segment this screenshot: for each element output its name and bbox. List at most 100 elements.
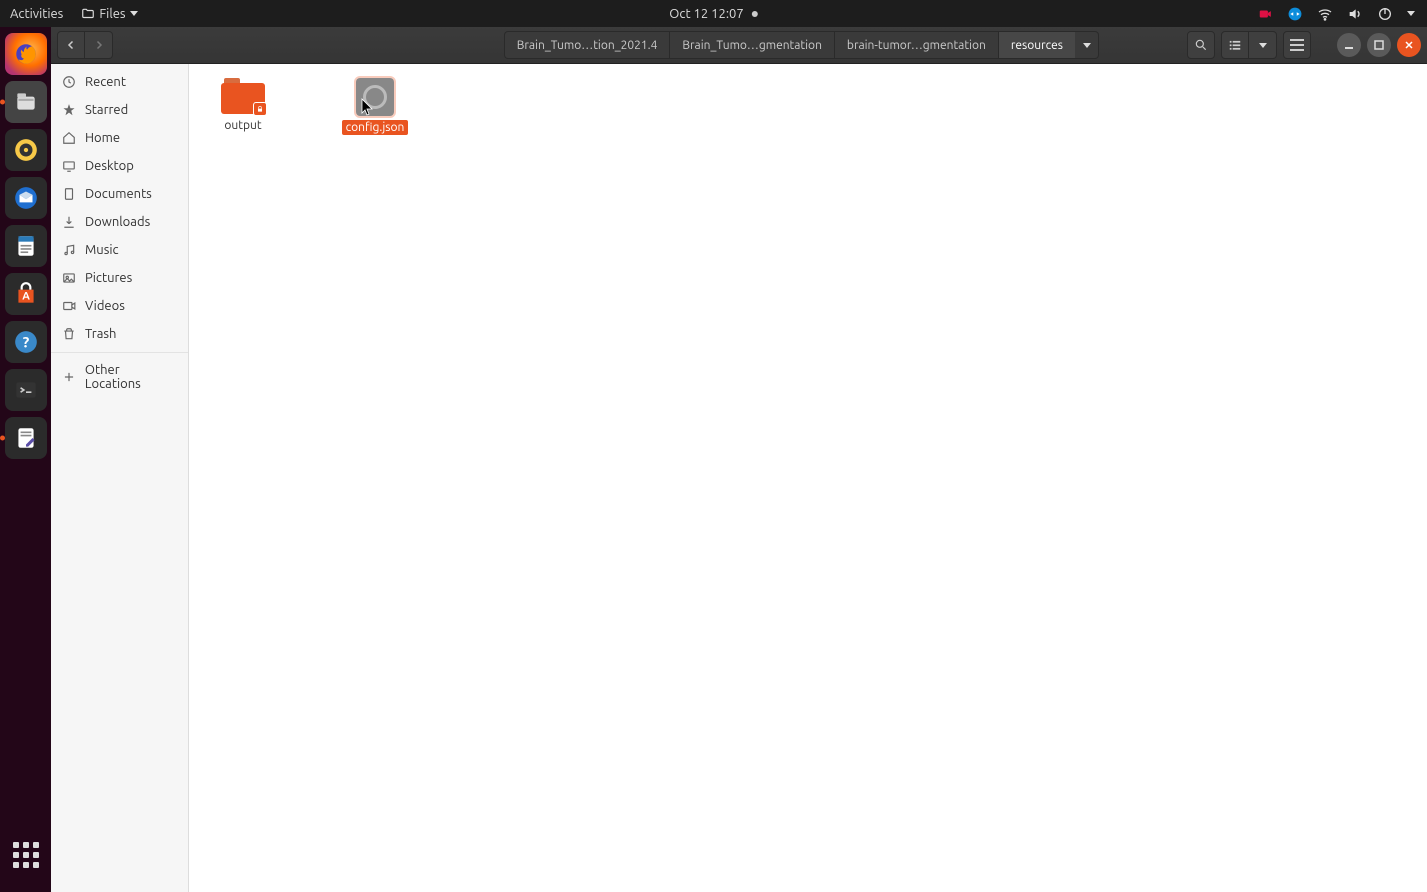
- dock-terminal[interactable]: [5, 369, 47, 411]
- dock-help[interactable]: ?: [5, 321, 47, 363]
- forward-button[interactable]: [85, 31, 113, 59]
- clock-icon: [61, 74, 77, 90]
- folder-icon: [81, 7, 95, 21]
- list-icon: [1228, 38, 1242, 52]
- help-icon: ?: [13, 329, 39, 355]
- view-options-button[interactable]: [1249, 31, 1277, 59]
- music-player-icon: [13, 137, 39, 163]
- dock-text-editor[interactable]: [5, 417, 47, 459]
- close-button[interactable]: [1397, 33, 1421, 57]
- gnome-top-panel: Activities Files Oct 12 12:07: [0, 0, 1427, 27]
- chevron-right-icon: [93, 39, 105, 51]
- activities-button[interactable]: Activities: [10, 7, 63, 21]
- chevron-down-icon: [130, 11, 138, 16]
- dock-rhythmbox[interactable]: [5, 129, 47, 171]
- sidebar-item-downloads[interactable]: Downloads: [51, 208, 188, 236]
- svg-text:A: A: [22, 290, 30, 302]
- plus-icon: [61, 369, 77, 385]
- dock-firefox[interactable]: [5, 33, 47, 75]
- downloads-icon: [61, 214, 77, 230]
- path-dropdown[interactable]: [1075, 31, 1099, 59]
- chevron-left-icon: [65, 39, 77, 51]
- list-view-button[interactable]: [1221, 31, 1249, 59]
- back-button[interactable]: [57, 31, 85, 59]
- hamburger-menu[interactable]: [1283, 31, 1311, 59]
- places-sidebar: Recent Starred Home Desktop Documents: [51, 64, 189, 892]
- path-segment-2[interactable]: brain-tumor…gmentation: [834, 31, 998, 59]
- trash-icon: [61, 326, 77, 342]
- dock-software[interactable]: A: [5, 273, 47, 315]
- wifi-icon[interactable]: [1317, 6, 1333, 22]
- sidebar-item-documents[interactable]: Documents: [51, 180, 188, 208]
- search-button[interactable]: [1187, 31, 1215, 59]
- sidebar-label: Downloads: [85, 215, 150, 229]
- app-menu-files[interactable]: Files: [81, 7, 137, 21]
- volume-icon[interactable]: [1347, 6, 1363, 22]
- path-segment-0[interactable]: Brain_Tumo…tion_2021.4: [504, 31, 670, 59]
- sidebar-item-desktop[interactable]: Desktop: [51, 152, 188, 180]
- file-label: output: [220, 118, 265, 133]
- datetime-label: Oct 12 12:07: [669, 7, 743, 21]
- folder-locked-icon: [221, 78, 265, 114]
- sidebar-label: Starred: [85, 103, 128, 117]
- path-segment-1[interactable]: Brain_Tumo…gmentation: [669, 31, 834, 59]
- sidebar-label: Desktop: [85, 159, 134, 173]
- videos-icon: [61, 298, 77, 314]
- sidebar-label: Trash: [85, 327, 116, 341]
- show-applications[interactable]: [5, 834, 47, 876]
- system-menu-chevron-icon[interactable]: [1407, 11, 1415, 16]
- sidebar-label: Music: [85, 243, 119, 257]
- text-editor-icon: [13, 425, 39, 451]
- terminal-icon: [13, 377, 39, 403]
- app-menu-label: Files: [99, 7, 125, 21]
- sidebar-item-music[interactable]: Music: [51, 236, 188, 264]
- folder-output[interactable]: output: [207, 78, 279, 133]
- icon-view[interactable]: output config.json: [189, 64, 1427, 892]
- sidebar-item-pictures[interactable]: Pictures: [51, 264, 188, 292]
- sidebar-item-other-locations[interactable]: Other Locations: [51, 357, 188, 397]
- writer-icon: [13, 233, 39, 259]
- maximize-button[interactable]: [1367, 33, 1391, 57]
- file-config-json[interactable]: config.json: [339, 78, 411, 135]
- sidebar-label: Other Locations: [85, 363, 178, 391]
- sidebar-label: Videos: [85, 299, 125, 313]
- notification-dot-icon: [752, 11, 758, 17]
- minimize-button[interactable]: [1337, 33, 1361, 57]
- file-label: config.json: [342, 120, 409, 135]
- files-icon: [13, 89, 39, 115]
- sidebar-label: Home: [85, 131, 120, 145]
- search-icon: [1194, 38, 1208, 52]
- close-icon: [1404, 40, 1414, 50]
- path-bar: Brain_Tumo…tion_2021.4 Brain_Tumo…gmenta…: [504, 31, 1099, 59]
- home-icon: [61, 130, 77, 146]
- sidebar-item-recent[interactable]: Recent: [51, 68, 188, 96]
- firefox-icon: [13, 41, 39, 67]
- star-icon: [61, 102, 77, 118]
- desktop-icon: [61, 158, 77, 174]
- chevron-down-icon: [1083, 43, 1091, 48]
- thunderbird-icon: [13, 185, 39, 211]
- screencast-icon[interactable]: [1257, 6, 1273, 22]
- sidebar-item-home[interactable]: Home: [51, 124, 188, 152]
- software-icon: A: [13, 281, 39, 307]
- ubuntu-dock: A ?: [0, 27, 51, 892]
- chevron-down-icon: [1259, 43, 1267, 48]
- sidebar-item-trash[interactable]: Trash: [51, 320, 188, 348]
- sidebar-label: Recent: [85, 75, 126, 89]
- teamviewer-icon[interactable]: [1287, 6, 1303, 22]
- svg-text:?: ?: [22, 333, 29, 350]
- clock[interactable]: Oct 12 12:07: [669, 7, 757, 21]
- power-icon[interactable]: [1377, 6, 1393, 22]
- music-icon: [61, 242, 77, 258]
- sidebar-item-starred[interactable]: Starred: [51, 96, 188, 124]
- sidebar-item-videos[interactable]: Videos: [51, 292, 188, 320]
- dock-files[interactable]: [5, 81, 47, 123]
- path-segment-3[interactable]: resources: [998, 31, 1075, 59]
- dock-writer[interactable]: [5, 225, 47, 267]
- json-file-icon: [356, 78, 394, 116]
- sidebar-label: Documents: [85, 187, 152, 201]
- header-bar: Brain_Tumo…tion_2021.4 Brain_Tumo…gmenta…: [51, 27, 1427, 64]
- maximize-icon: [1374, 40, 1384, 50]
- minimize-icon: [1344, 40, 1354, 50]
- dock-thunderbird[interactable]: [5, 177, 47, 219]
